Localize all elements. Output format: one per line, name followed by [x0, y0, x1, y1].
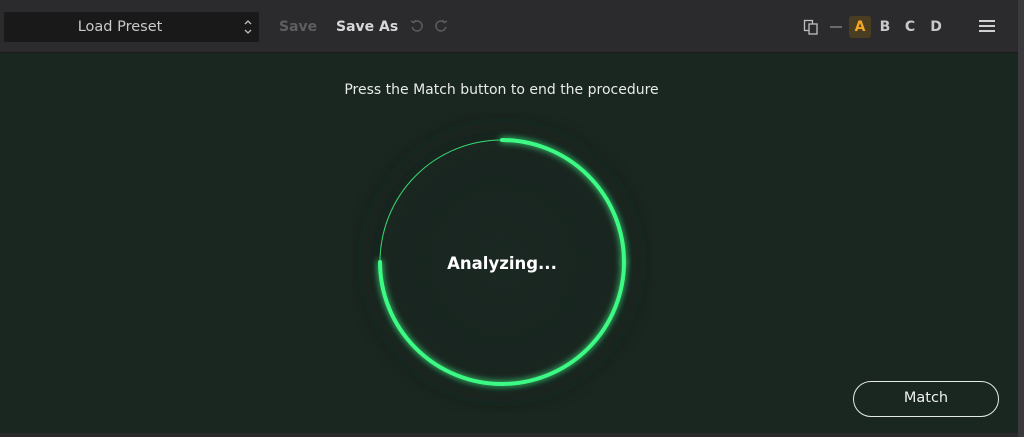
instruction-text: Press the Match button to end the proced… [344, 82, 659, 98]
slot-separator [830, 26, 842, 28]
redo-icon[interactable] [433, 18, 449, 34]
chevron-up-down-icon [244, 20, 252, 34]
slot-a-button[interactable]: A [849, 16, 871, 38]
match-button[interactable]: Match [853, 381, 999, 417]
analyzing-status: Analyzing... [447, 254, 557, 273]
slot-b-button[interactable]: B [874, 16, 896, 38]
copy-icon[interactable] [803, 19, 819, 35]
load-preset-label: Load Preset [77, 19, 163, 35]
hamburger-menu-icon[interactable] [978, 18, 996, 34]
bottom-border [0, 433, 1018, 437]
toolbar: Load Preset Save Save As A B C D [0, 0, 1018, 53]
right-border [1018, 0, 1024, 437]
save-button[interactable]: Save [279, 17, 317, 37]
load-preset-select[interactable]: Load Preset [4, 12, 259, 42]
slot-d-button[interactable]: D [925, 16, 947, 38]
undo-icon[interactable] [409, 18, 425, 34]
save-as-button[interactable]: Save As [336, 17, 398, 37]
app-window: Load Preset Save Save As A B C D Press t… [0, 0, 1018, 437]
slot-c-button[interactable]: C [899, 16, 921, 38]
